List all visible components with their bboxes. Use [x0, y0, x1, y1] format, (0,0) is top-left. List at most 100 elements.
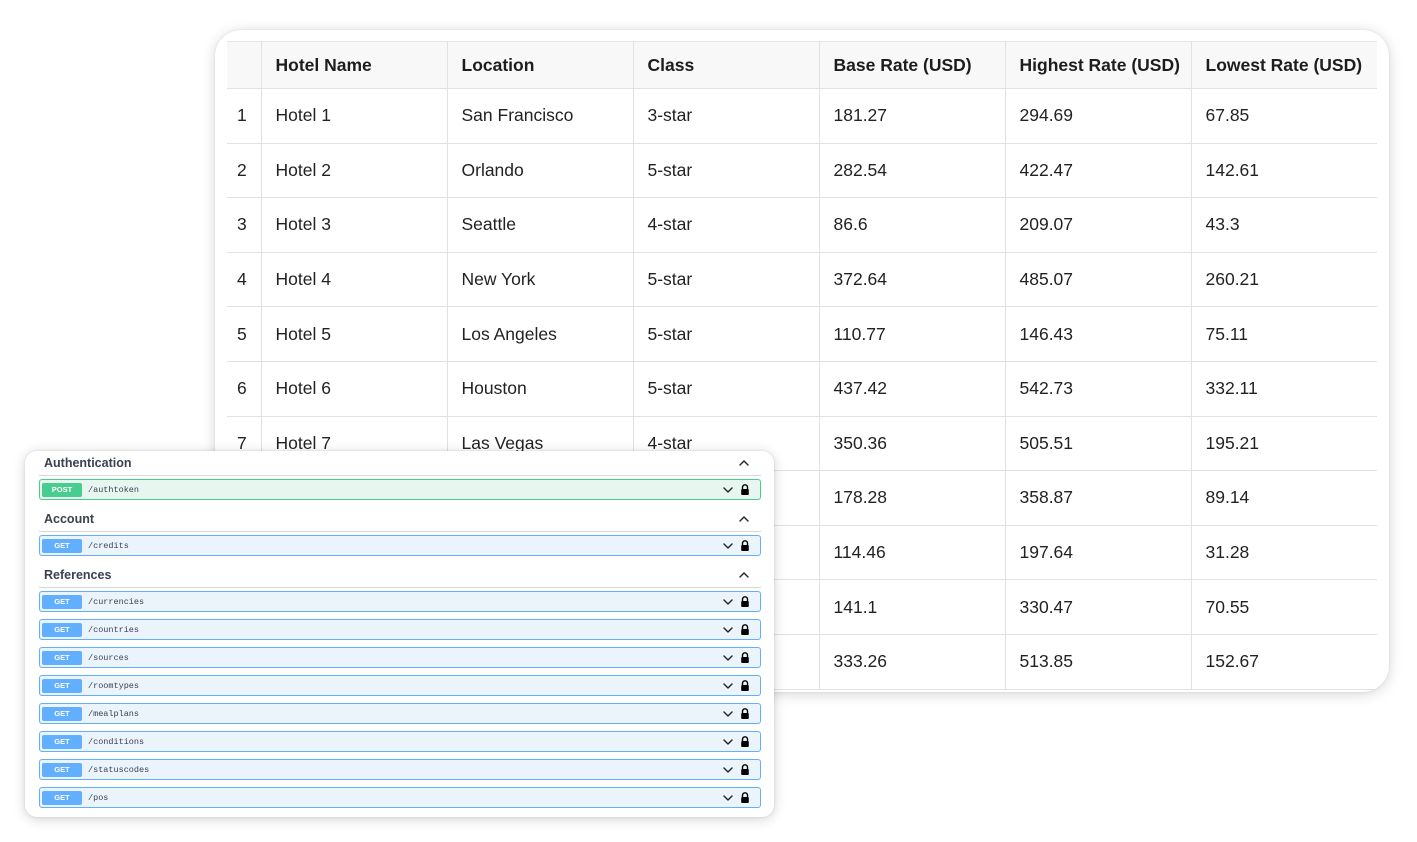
lock-icon[interactable] [739, 595, 751, 608]
operation-credits[interactable]: GET/credits [39, 535, 761, 556]
section-operations: GET/currencies GET/countries GET/sources GE… [39, 588, 761, 808]
operation-pos[interactable]: GET/pos [39, 787, 761, 808]
column-header-highest-rate[interactable]: Highest Rate (USD) [1005, 41, 1192, 89]
column-header-lowest-rate[interactable]: Lowest Rate (USD) [1191, 41, 1377, 89]
chevron-down-icon[interactable] [721, 679, 733, 692]
section-title: References [44, 568, 112, 582]
chevron-up-icon[interactable] [737, 568, 751, 582]
lock-icon[interactable] [739, 763, 751, 776]
operation-conditions[interactable]: GET/conditions [39, 731, 761, 752]
cell-base-rate: 110.77 [819, 306, 1006, 362]
operation-path: /conditions [88, 736, 145, 747]
cell-lowest-rate: 142.61 [1191, 143, 1377, 199]
cell-base-rate: 350.36 [819, 416, 1006, 472]
chevron-up-icon[interactable] [737, 512, 751, 526]
operation-statuscodes[interactable]: GET/statuscodes [39, 759, 761, 780]
lock-icon[interactable] [739, 735, 751, 748]
cell-highest-rate: 542.73 [1005, 361, 1192, 417]
cell-hotel-name: Hotel 3 [261, 197, 448, 253]
cell-highest-rate: 505.51 [1005, 416, 1192, 472]
operation-controls [721, 679, 751, 692]
table-row: 5 Hotel 5 Los Angeles 5-star 110.77 146.43 75.… [227, 306, 1377, 362]
column-header-location[interactable]: Location [447, 41, 634, 89]
method-badge: GET [42, 650, 82, 665]
operation-controls [721, 483, 751, 496]
cell-location: San Francisco [447, 88, 634, 144]
chevron-down-icon[interactable] [721, 483, 733, 496]
operation-controls [721, 735, 751, 748]
chevron-down-icon[interactable] [721, 791, 733, 804]
section-header[interactable]: Authentication [39, 451, 761, 476]
cell-class: 5-star [633, 143, 820, 199]
operation-currencies[interactable]: GET/currencies [39, 591, 761, 612]
operation-path: /statuscodes [88, 764, 150, 775]
section-header[interactable]: Account [39, 507, 761, 532]
chevron-down-icon[interactable] [721, 707, 733, 720]
chevron-down-icon[interactable] [721, 735, 733, 748]
operation-controls [721, 763, 751, 776]
operation-sources[interactable]: GET/sources [39, 647, 761, 668]
chevron-down-icon[interactable] [721, 623, 733, 636]
lock-icon[interactable] [739, 707, 751, 720]
column-header-base-rate[interactable]: Base Rate (USD) [819, 41, 1006, 89]
chevron-down-icon[interactable] [721, 651, 733, 664]
lock-icon[interactable] [739, 651, 751, 664]
cell-lowest-rate: 332.11 [1191, 361, 1377, 417]
column-header-index[interactable] [227, 41, 262, 89]
cell-lowest-rate: 70.55 [1191, 579, 1377, 635]
cell-class: 5-star [633, 361, 820, 417]
section-title: Account [44, 512, 94, 526]
cell-class: 5-star [633, 306, 820, 362]
cell-highest-rate: 209.07 [1005, 197, 1192, 253]
chevron-down-icon[interactable] [721, 539, 733, 552]
cell-hotel-name: Hotel 6 [261, 361, 448, 417]
chevron-up-icon[interactable] [737, 456, 751, 470]
operation-mealplans[interactable]: GET/mealplans [39, 703, 761, 724]
cell-index: 4 [227, 252, 262, 308]
cell-base-rate: 114.46 [819, 525, 1006, 581]
cell-hotel-name: Hotel 5 [261, 306, 448, 362]
method-badge: GET [42, 538, 82, 553]
column-header-hotel-name[interactable]: Hotel Name [261, 41, 448, 89]
api-sections: Authentication POST/authtoken Account GET/c… [39, 451, 761, 815]
cell-base-rate: 181.27 [819, 88, 1006, 144]
lock-icon[interactable] [739, 539, 751, 552]
method-badge: GET [42, 622, 82, 637]
cell-hotel-name: Hotel 2 [261, 143, 448, 199]
method-badge: GET [42, 594, 82, 609]
table-row: 1 Hotel 1 San Francisco 3-star 181.27 294.69 6… [227, 88, 1377, 144]
cell-lowest-rate: 260.21 [1191, 252, 1377, 308]
table-row: 6 Hotel 6 Houston 5-star 437.42 542.73 332.11 [227, 361, 1377, 417]
cell-lowest-rate: 75.11 [1191, 306, 1377, 362]
section-operations: POST/authtoken [39, 476, 761, 500]
column-header-class[interactable]: Class [633, 41, 820, 89]
cell-base-rate: 333.26 [819, 634, 1006, 690]
operation-path: /pos [88, 792, 109, 803]
lock-icon[interactable] [739, 791, 751, 804]
cell-index: 2 [227, 143, 262, 199]
operation-roomtypes[interactable]: GET/roomtypes [39, 675, 761, 696]
cell-index: 5 [227, 306, 262, 362]
method-badge: GET [42, 734, 82, 749]
cell-highest-rate: 513.85 [1005, 634, 1192, 690]
chevron-down-icon[interactable] [721, 763, 733, 776]
operation-path: /countries [88, 624, 140, 635]
operation-authtoken[interactable]: POST/authtoken [39, 479, 761, 500]
lock-icon[interactable] [739, 679, 751, 692]
cell-highest-rate: 197.64 [1005, 525, 1192, 581]
cell-base-rate: 437.42 [819, 361, 1006, 417]
cell-location: New York [447, 252, 634, 308]
operation-path: /mealplans [88, 708, 140, 719]
cell-highest-rate: 358.87 [1005, 470, 1192, 526]
operation-path: /roomtypes [88, 680, 140, 691]
cell-highest-rate: 330.47 [1005, 579, 1192, 635]
cell-hotel-name: Hotel 1 [261, 88, 448, 144]
cell-hotel-name: Hotel 4 [261, 252, 448, 308]
chevron-down-icon[interactable] [721, 595, 733, 608]
lock-icon[interactable] [739, 623, 751, 636]
section-header[interactable]: References [39, 563, 761, 588]
lock-icon[interactable] [739, 483, 751, 496]
cell-base-rate: 372.64 [819, 252, 1006, 308]
section-operations: GET/credits [39, 532, 761, 556]
operation-countries[interactable]: GET/countries [39, 619, 761, 640]
